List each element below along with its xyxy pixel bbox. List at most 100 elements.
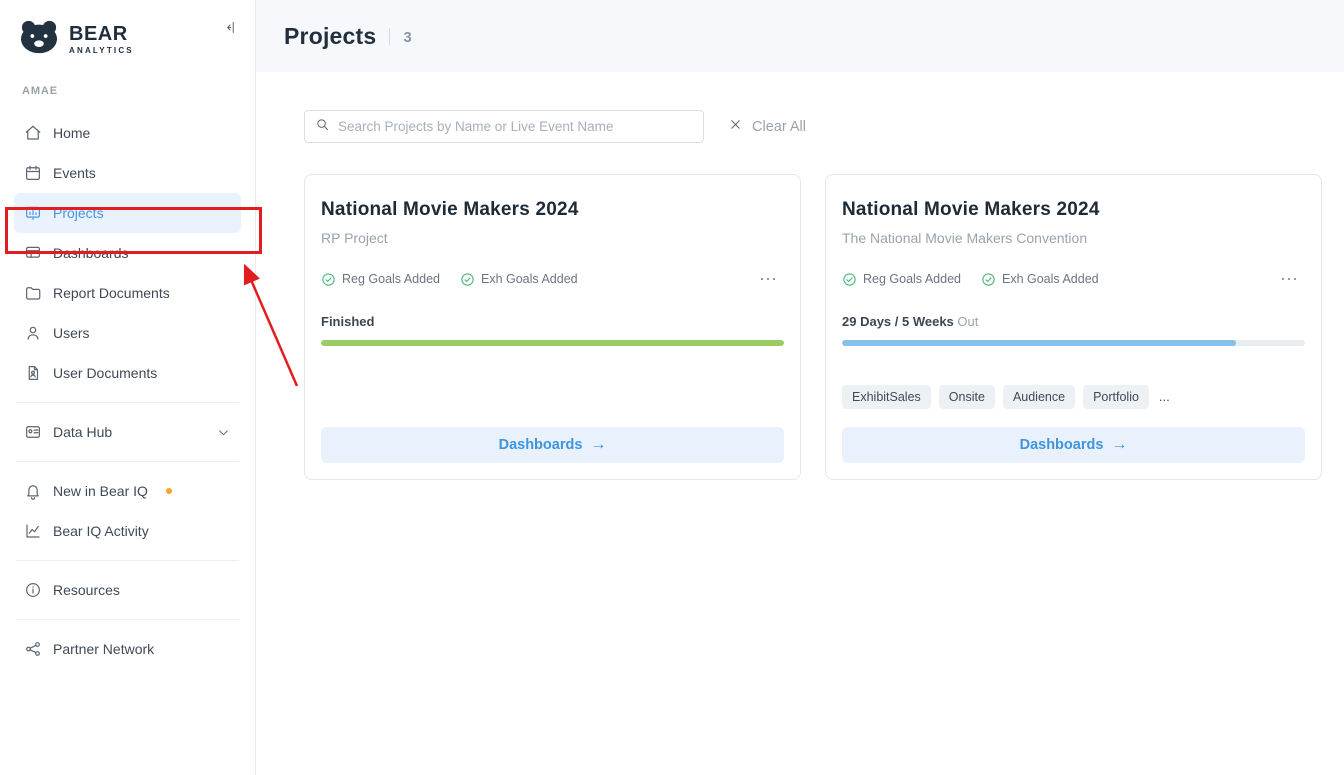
- document-icon: [24, 364, 42, 382]
- users-icon: [24, 324, 42, 342]
- sidebar-item-label: Users: [53, 325, 90, 341]
- progress-fill: [842, 340, 1236, 346]
- sidebar-item-dashboards[interactable]: Dashboards: [14, 233, 241, 273]
- data-hub-icon: [24, 423, 42, 441]
- notification-dot: [166, 488, 172, 494]
- projects-count: 3: [403, 26, 411, 46]
- logo-row: BEAR ANALYTICS: [14, 18, 241, 61]
- status-suffix: Out: [957, 314, 978, 329]
- card-menu-button[interactable]: ⋯: [759, 270, 784, 288]
- sidebar-item-label: Report Documents: [53, 285, 170, 301]
- calendar-icon: [24, 164, 42, 182]
- project-subtitle: The National Movie Makers Convention: [842, 230, 1305, 246]
- sidebar-item-label: User Documents: [53, 365, 157, 381]
- count-separator: [389, 28, 390, 45]
- status-text: 29 Days / 5 Weeks: [842, 314, 954, 329]
- info-icon: [24, 581, 42, 599]
- project-tag[interactable]: ExhibitSales: [842, 385, 931, 409]
- sidebar: BEAR ANALYTICS AMAE Home Events: [0, 0, 256, 775]
- progress-fill: [321, 340, 784, 346]
- network-icon: [24, 640, 42, 658]
- check-circle-icon: [981, 272, 996, 287]
- sidebar-item-partner-network[interactable]: Partner Network: [14, 629, 241, 669]
- project-status: Finished: [321, 314, 784, 329]
- exh-goals-badge: Exh Goals Added: [460, 272, 578, 287]
- folder-icon: [24, 284, 42, 302]
- page-title: Projects: [284, 23, 376, 50]
- logo-text: BEAR ANALYTICS: [69, 24, 134, 55]
- sidebar-item-label: Dashboards: [53, 245, 129, 261]
- content-panel: Clear All National Movie Makers 2024 RP …: [256, 72, 1344, 775]
- more-tags-indicator: ...: [1159, 389, 1170, 404]
- search-icon: [315, 117, 330, 137]
- sidebar-nav: Home Events Projects Dashboards: [14, 113, 241, 669]
- check-circle-icon: [321, 272, 336, 287]
- check-circle-icon: [842, 272, 857, 287]
- sidebar-item-bear-iq-activity[interactable]: Bear IQ Activity: [14, 511, 241, 551]
- sidebar-divider: [16, 461, 239, 462]
- project-card: National Movie Makers 2024 The National …: [825, 174, 1322, 480]
- sidebar-divider: [16, 560, 239, 561]
- search-box: [304, 110, 704, 143]
- sidebar-item-label: Projects: [53, 205, 104, 221]
- project-tag[interactable]: Portfolio: [1083, 385, 1149, 409]
- dashboards-button[interactable]: Dashboards →: [842, 427, 1305, 463]
- chevron-down-icon: [216, 425, 231, 440]
- sidebar-item-user-documents[interactable]: User Documents: [14, 353, 241, 393]
- sidebar-item-label: Bear IQ Activity: [53, 523, 149, 539]
- logo-title: BEAR: [69, 24, 134, 44]
- projects-icon: [24, 204, 42, 222]
- sidebar-item-home[interactable]: Home: [14, 113, 241, 153]
- sidebar-item-label: Resources: [53, 582, 120, 598]
- arrow-right-icon: →: [1111, 436, 1127, 454]
- sidebar-item-label: Home: [53, 125, 90, 141]
- bear-analytics-logo: BEAR ANALYTICS: [18, 18, 134, 61]
- toolbar: Clear All: [304, 110, 1322, 143]
- sidebar-item-report-documents[interactable]: Report Documents: [14, 273, 241, 313]
- collapse-sidebar-icon[interactable]: [222, 20, 237, 40]
- logo-subtitle: ANALYTICS: [69, 47, 134, 55]
- project-card: National Movie Makers 2024 RP Project Re…: [304, 174, 801, 480]
- sidebar-item-label: Events: [53, 165, 96, 181]
- exh-goals-badge: Exh Goals Added: [981, 272, 1099, 287]
- dashboards-icon: [24, 244, 42, 262]
- home-icon: [24, 124, 42, 142]
- sidebar-item-resources[interactable]: Resources: [14, 570, 241, 610]
- badge-row: Reg Goals Added Exh Goals Added ⋯: [842, 270, 1305, 288]
- sidebar-item-events[interactable]: Events: [14, 153, 241, 193]
- project-status: 29 Days / 5 Weeks Out: [842, 314, 1305, 329]
- sidebar-item-new-in-bear-iq[interactable]: New in Bear IQ: [14, 471, 241, 511]
- reg-goals-badge: Reg Goals Added: [842, 272, 961, 287]
- project-tag[interactable]: Audience: [1003, 385, 1075, 409]
- search-input[interactable]: [338, 119, 693, 134]
- progress-bar: [321, 340, 784, 346]
- dashboards-button[interactable]: Dashboards →: [321, 427, 784, 463]
- sidebar-item-projects[interactable]: Projects: [14, 193, 241, 233]
- sidebar-item-data-hub[interactable]: Data Hub: [14, 412, 241, 452]
- page-header: Projects 3: [256, 0, 1344, 72]
- app-window: BEAR ANALYTICS AMAE Home Events: [0, 0, 1344, 775]
- org-label: AMAE: [22, 85, 241, 97]
- card-menu-button[interactable]: ⋯: [1280, 270, 1305, 288]
- activity-chart-icon: [24, 522, 42, 540]
- project-title: National Movie Makers 2024: [321, 199, 784, 221]
- check-circle-icon: [460, 272, 475, 287]
- sidebar-divider: [16, 402, 239, 403]
- project-tag[interactable]: Onsite: [939, 385, 995, 409]
- sidebar-divider: [16, 619, 239, 620]
- reg-goals-badge: Reg Goals Added: [321, 272, 440, 287]
- clear-all-button[interactable]: Clear All: [728, 117, 806, 136]
- close-icon: [728, 117, 743, 136]
- tags-row: ExhibitSales Onsite Audience Portfolio .…: [842, 384, 1305, 409]
- tags-row: [321, 384, 784, 409]
- sidebar-item-users[interactable]: Users: [14, 313, 241, 353]
- progress-bar: [842, 340, 1305, 346]
- bear-logo-icon: [18, 18, 60, 61]
- status-text: Finished: [321, 314, 374, 329]
- main-area: Projects 3 Clear All: [256, 0, 1344, 775]
- arrow-right-icon: →: [590, 436, 606, 454]
- project-title: National Movie Makers 2024: [842, 199, 1305, 221]
- bell-icon: [24, 482, 42, 500]
- project-cards: National Movie Makers 2024 RP Project Re…: [304, 174, 1322, 480]
- project-subtitle: RP Project: [321, 230, 784, 246]
